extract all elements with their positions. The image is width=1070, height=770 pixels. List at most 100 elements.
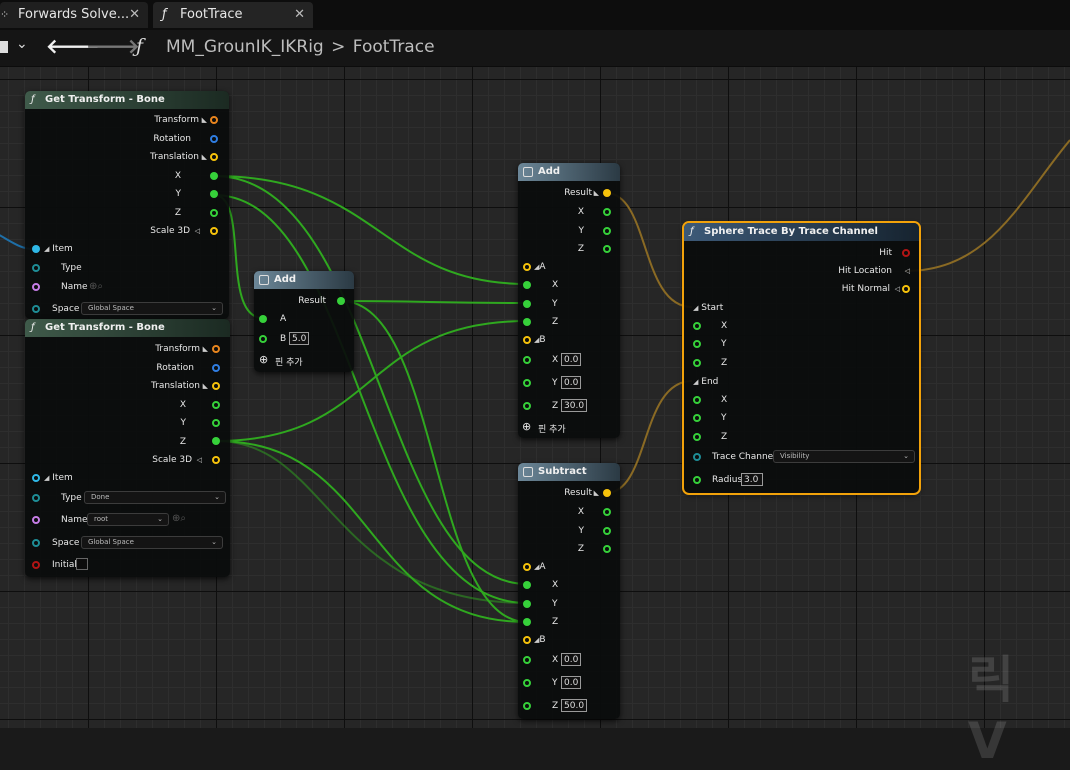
end-x-pin[interactable] (693, 396, 701, 404)
az-pin[interactable] (523, 618, 531, 626)
start-y-pin[interactable] (693, 340, 701, 348)
type-pin[interactable] (32, 494, 40, 502)
bx-input[interactable]: 0.0 (561, 653, 581, 666)
get-transform-bone-node-2[interactable]: ƒ Get Transform - Bone Transform ◣ Rotatio… (25, 319, 230, 577)
item-pin[interactable] (32, 474, 40, 482)
ay-pin[interactable] (523, 600, 531, 608)
tab-forwards-solve[interactable]: ⁘ Forwards Solve... ✕ (0, 2, 148, 28)
bz-input[interactable]: 30.0 (561, 399, 587, 412)
ax-pin[interactable] (523, 281, 531, 289)
b-pin[interactable] (523, 336, 531, 344)
by-input[interactable]: 0.0 (561, 676, 581, 689)
z-out-pin[interactable] (603, 245, 611, 253)
ax-pin[interactable] (523, 581, 531, 589)
tab-foottrace[interactable]: ƒ FootTrace ✕ (153, 2, 313, 28)
get-transform-bone-node[interactable]: ƒ Get Transform - Bone Transform ◣ Rotatio… (25, 91, 229, 319)
node-header[interactable]: Subtract (518, 463, 620, 481)
breadcrumb-root[interactable]: MM_GrounIK_IKRig (166, 37, 324, 57)
z-out-pin[interactable] (603, 545, 611, 553)
item-pin[interactable] (32, 245, 40, 253)
transform-pin[interactable] (210, 116, 218, 124)
radius-pin[interactable] (693, 476, 701, 484)
start-x-pin[interactable] (693, 322, 701, 330)
bz-pin[interactable] (523, 402, 531, 410)
node-header[interactable]: ƒ Get Transform - Bone (25, 91, 229, 109)
result-pin[interactable] (337, 297, 345, 305)
y-pin[interactable] (212, 419, 220, 427)
browse-icon[interactable]: ⊕⌕ (89, 281, 103, 292)
space-pin[interactable] (32, 539, 40, 547)
bx-pin[interactable] (523, 356, 531, 364)
node-header[interactable]: Add (518, 163, 620, 181)
subtract-node[interactable]: Subtract Result ◣ X Y Z ◢A X Y Z ◢B X 0.0… (518, 463, 620, 719)
start-z-pin[interactable] (693, 359, 701, 367)
type-dropdown[interactable]: Done ⌄ (84, 491, 226, 504)
x-pin[interactable] (210, 172, 218, 180)
hit-normal-pin[interactable] (902, 285, 910, 293)
translation-pin[interactable] (210, 153, 218, 161)
close-icon[interactable]: ✕ (129, 2, 140, 28)
forward-arrow-icon[interactable]: 🡒 (86, 34, 140, 58)
z-pin[interactable] (210, 209, 218, 217)
space-dropdown[interactable]: Global Space ⌄ (81, 302, 223, 315)
rotation-pin[interactable] (210, 135, 218, 143)
add-pin-label[interactable]: 핀 추가 (538, 422, 566, 435)
y-out-pin[interactable] (603, 527, 611, 535)
radius-input[interactable]: 3.0 (741, 473, 763, 486)
by-pin[interactable] (523, 379, 531, 387)
node-header[interactable]: Add (254, 271, 354, 289)
b-pin[interactable] (523, 636, 531, 644)
transform-pin[interactable] (212, 345, 220, 353)
ay-pin[interactable] (523, 300, 531, 308)
add-pin-label[interactable]: 핀 추가 (275, 355, 303, 368)
scale-pin[interactable] (212, 456, 220, 464)
name-pin[interactable] (32, 283, 40, 291)
node-header[interactable]: ƒ Sphere Trace By Trace Channel (684, 223, 919, 241)
add-pin-icon[interactable]: ⊕ (259, 353, 268, 366)
rotation-pin[interactable] (212, 364, 220, 372)
hit-pin[interactable] (902, 249, 910, 257)
y-pin[interactable] (210, 190, 218, 198)
add-pin-icon[interactable]: ⊕ (522, 420, 531, 433)
az-pin[interactable] (523, 318, 531, 326)
sphere-trace-node[interactable]: ƒ Sphere Trace By Trace Channel Hit Hit L… (682, 221, 921, 495)
z-pin[interactable] (212, 437, 220, 445)
end-z-pin[interactable] (693, 433, 701, 441)
type-pin[interactable] (32, 264, 40, 272)
initial-checkbox[interactable] (76, 558, 88, 570)
bookmark-icon[interactable] (0, 41, 8, 53)
name-pin[interactable] (32, 516, 40, 524)
b-pin[interactable] (259, 335, 267, 343)
add-vector-node[interactable]: Add Result ◣ X Y Z ◢A X Y Z ◢B X 0.0 Y 0.… (518, 163, 620, 438)
by-input[interactable]: 0.0 (561, 376, 581, 389)
a-pin[interactable] (523, 263, 531, 271)
initial-pin[interactable] (32, 561, 40, 569)
translation-pin[interactable] (212, 382, 220, 390)
y-out-pin[interactable] (603, 227, 611, 235)
chevron-down-icon[interactable]: ⌄ (16, 36, 28, 52)
x-out-pin[interactable] (603, 208, 611, 216)
bx-pin[interactable] (523, 656, 531, 664)
space-dropdown[interactable]: Global Space ⌄ (81, 536, 223, 549)
breadcrumb-leaf[interactable]: FootTrace (353, 37, 435, 57)
bx-input[interactable]: 0.0 (561, 353, 581, 366)
result-pin[interactable] (603, 189, 611, 197)
node-header[interactable]: ƒ Get Transform - Bone (25, 319, 230, 337)
by-pin[interactable] (523, 679, 531, 687)
close-icon[interactable]: ✕ (294, 2, 305, 28)
bz-input[interactable]: 50.0 (561, 699, 587, 712)
a-pin[interactable] (523, 563, 531, 571)
scale-pin[interactable] (210, 227, 218, 235)
trace-channel-pin[interactable] (693, 453, 701, 461)
a-pin[interactable] (259, 315, 267, 323)
result-pin[interactable] (603, 489, 611, 497)
bz-pin[interactable] (523, 702, 531, 710)
name-dropdown[interactable]: root ⌄ (87, 513, 169, 526)
x-out-pin[interactable] (603, 508, 611, 516)
trace-channel-dropdown[interactable]: Visibility ⌄ (773, 450, 915, 463)
space-pin[interactable] (32, 305, 40, 313)
x-pin[interactable] (212, 401, 220, 409)
b-value-input[interactable]: 5.0 (289, 332, 309, 345)
browse-icon[interactable]: ⊕⌕ (172, 513, 186, 524)
add-float-node[interactable]: Add Result A B 5.0 ⊕ 핀 추가 (254, 271, 354, 372)
